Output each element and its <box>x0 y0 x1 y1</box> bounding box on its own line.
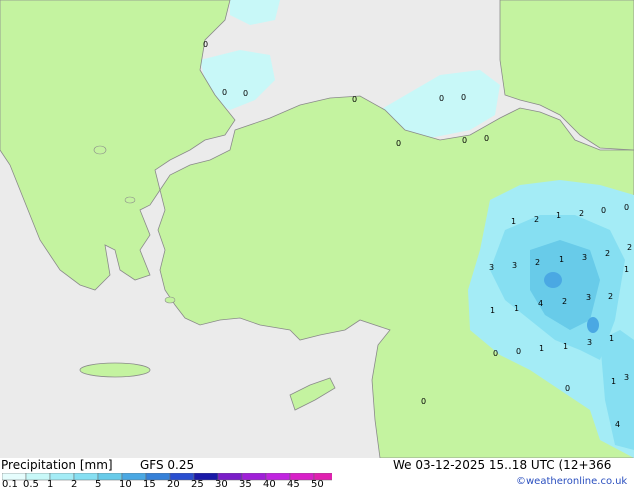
map-label: 4 <box>538 299 543 308</box>
map-label: 3 <box>587 338 592 347</box>
scale-label: 35 <box>239 479 252 490</box>
map-label: 1 <box>609 334 614 343</box>
legend-title: Precipitation [mm] <box>1 458 113 472</box>
scale-label: 0.1 <box>2 479 18 490</box>
map-label: 4 <box>615 420 620 429</box>
precipitation-map[interactable]: 0 0 0 0 0 0 0 0 0 1 2 1 2 0 0 2 1 3 2 3 … <box>0 0 634 458</box>
map-label: 2 <box>535 258 540 267</box>
map-label: 0 <box>461 93 466 102</box>
scale-label: 2 <box>71 479 78 490</box>
map-label: 0 <box>222 88 227 97</box>
scale-label: 20 <box>167 479 180 490</box>
map-label: 0 <box>462 136 467 145</box>
map-label: 1 <box>490 306 495 315</box>
map-label: 0 <box>565 384 570 393</box>
map-label: 0 <box>601 206 606 215</box>
model-name: GFS 0.25 <box>140 458 195 472</box>
map-label: 3 <box>489 263 494 272</box>
map-label: 0 <box>421 397 426 406</box>
scale-label: 45 <box>287 479 300 490</box>
map-label: 3 <box>586 293 591 302</box>
map-label: 0 <box>484 134 489 143</box>
run-info: We 03-12-2025 15..18 UTC (12+366 <box>393 458 612 472</box>
map-label: 2 <box>605 249 610 258</box>
map-label: 1 <box>539 344 544 353</box>
scale-label: 40 <box>263 479 276 490</box>
scale-label: 30 <box>215 479 228 490</box>
map-label: 0 <box>493 349 498 358</box>
map-label: 0 <box>243 89 248 98</box>
map-label: 3 <box>582 253 587 262</box>
map-label: 0 <box>439 94 444 103</box>
map-label: 2 <box>579 209 584 218</box>
scale-label: 50 <box>311 479 324 490</box>
map-label: 1 <box>511 217 516 226</box>
map-label: 1 <box>624 265 629 274</box>
scale-label: 5 <box>95 479 102 490</box>
precip-core-1 <box>544 272 562 288</box>
map-label: 3 <box>624 373 629 382</box>
map-label: 1 <box>563 342 568 351</box>
map-label: 3 <box>512 261 517 270</box>
map-label: 0 <box>352 95 357 104</box>
map-label: 0 <box>624 203 629 212</box>
map-label: 0 <box>396 139 401 148</box>
map-label: 2 <box>534 215 539 224</box>
map-label: 2 <box>627 243 632 252</box>
legend-footer: Precipitation [mm] GFS 0.25 We 03-12-202… <box>0 458 634 490</box>
precip-core-2 <box>587 317 599 333</box>
aegean-island-3 <box>164 296 176 304</box>
aegean-island-1 <box>93 145 107 155</box>
map-label: 0 <box>516 347 521 356</box>
map-label: 1 <box>559 255 564 264</box>
scale-label: 0.5 <box>23 479 39 490</box>
map-label: 1 <box>556 211 561 220</box>
credit-text[interactable]: ©weatheronline.co.uk <box>516 477 627 487</box>
crete-island <box>79 362 151 378</box>
map-label: 1 <box>611 377 616 386</box>
precipitation-map-page: 0 0 0 0 0 0 0 0 0 1 2 1 2 0 0 2 1 3 2 3 … <box>0 0 634 490</box>
scale-label: 1 <box>47 479 54 490</box>
scale-label: 15 <box>143 479 156 490</box>
map-label: 1 <box>514 304 519 313</box>
map-label: 2 <box>562 297 567 306</box>
aegean-island-2 <box>124 196 136 204</box>
scale-label: 10 <box>119 479 132 490</box>
scale-label: 25 <box>191 479 204 490</box>
map-label: 2 <box>608 292 613 301</box>
map-label: 0 <box>203 40 208 49</box>
